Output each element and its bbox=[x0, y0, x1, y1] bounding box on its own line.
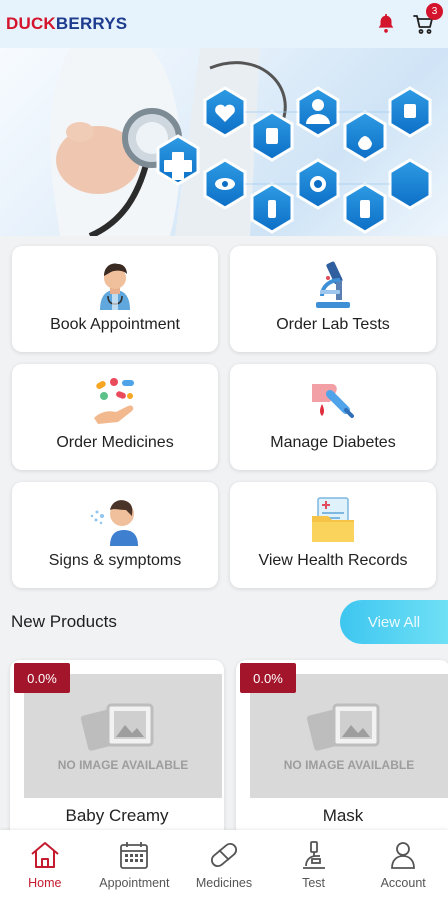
calendar-icon bbox=[120, 842, 149, 869]
new-products-header: New Products View All bbox=[0, 598, 448, 646]
bottom-navigation: Home Appointment Medicines Test Account bbox=[0, 830, 448, 900]
sneezing-person-icon bbox=[90, 500, 138, 546]
service-label: Book Appointment bbox=[50, 316, 180, 333]
nav-label: Appointment bbox=[99, 876, 170, 890]
service-tile-view-health-records[interactable]: View Health Records bbox=[230, 482, 436, 588]
hero-banner[interactable] bbox=[0, 48, 448, 236]
home-icon bbox=[31, 842, 59, 868]
product-card[interactable]: NO IMAGE AVAILABLE 0.0% Baby Creamy bbox=[10, 660, 224, 840]
product-name: Mask bbox=[322, 806, 364, 825]
view-all-button[interactable]: View All bbox=[340, 600, 448, 644]
service-tile-manage-diabetes[interactable]: Manage Diabetes bbox=[230, 364, 436, 470]
nav-item-test[interactable]: Test bbox=[269, 840, 359, 890]
section-title: New Products bbox=[11, 612, 117, 631]
brand-logo-part1: DUCK bbox=[6, 14, 56, 33]
medical-hexagon-illustration bbox=[50, 48, 432, 236]
no-image-text: NO IMAGE AVAILABLE bbox=[283, 757, 415, 772]
service-tile-book-appointment[interactable]: Book Appointment bbox=[12, 246, 218, 352]
product-card[interactable]: NO IMAGE AVAILABLE 0.0% Mask bbox=[236, 660, 448, 840]
no-image-text: NO IMAGE AVAILABLE bbox=[57, 757, 189, 772]
user-icon bbox=[391, 842, 416, 869]
product-name: Baby Creamy bbox=[65, 806, 169, 825]
nav-label: Home bbox=[28, 876, 62, 890]
no-image-icon bbox=[80, 703, 154, 751]
discount-badge: 0.0% bbox=[14, 663, 70, 693]
cart-icon[interactable]: 3 bbox=[412, 3, 443, 36]
service-label: Order Lab Tests bbox=[276, 316, 390, 333]
nav-item-home[interactable]: Home bbox=[0, 840, 90, 890]
services-grid: Book Appointment Order Lab Tests Order M… bbox=[12, 246, 442, 588]
service-label: Order Medicines bbox=[56, 434, 174, 451]
nav-label: Account bbox=[380, 876, 426, 890]
nav-label: Test bbox=[302, 876, 326, 890]
glucose-meter-icon bbox=[312, 384, 354, 418]
nav-item-appointment[interactable]: Appointment bbox=[90, 840, 180, 890]
cart-count-badge: 3 bbox=[426, 3, 443, 20]
pills-hand-icon bbox=[94, 378, 134, 424]
health-records-folder-icon bbox=[312, 497, 354, 542]
service-label: Signs & symptoms bbox=[48, 552, 182, 569]
microscope-icon bbox=[316, 261, 350, 308]
brand-logo[interactable]: DUCKBERRYS bbox=[6, 14, 127, 34]
nav-item-medicines[interactable]: Medicines bbox=[179, 840, 269, 890]
service-tile-order-medicines[interactable]: Order Medicines bbox=[12, 364, 218, 470]
discount-badge: 0.0% bbox=[240, 663, 296, 693]
service-tile-signs-symptoms[interactable]: Signs & symptoms bbox=[12, 482, 218, 588]
pill-icon bbox=[210, 842, 238, 868]
product-carousel[interactable]: NO IMAGE AVAILABLE 0.0% Baby Creamy NO I… bbox=[10, 660, 448, 840]
microscope-icon bbox=[302, 841, 325, 869]
nav-label: Medicines bbox=[195, 876, 253, 890]
no-image-icon bbox=[306, 703, 380, 751]
doctor-icon bbox=[100, 263, 130, 310]
app-header: DUCKBERRYS 3 bbox=[0, 0, 448, 48]
brand-logo-part2: BERRYS bbox=[55, 14, 128, 33]
notification-bell-icon[interactable] bbox=[374, 12, 398, 36]
service-tile-order-lab-tests[interactable]: Order Lab Tests bbox=[230, 246, 436, 352]
nav-item-account[interactable]: Account bbox=[358, 840, 448, 890]
service-label: View Health Records bbox=[258, 552, 408, 569]
service-label: Manage Diabetes bbox=[270, 434, 396, 451]
